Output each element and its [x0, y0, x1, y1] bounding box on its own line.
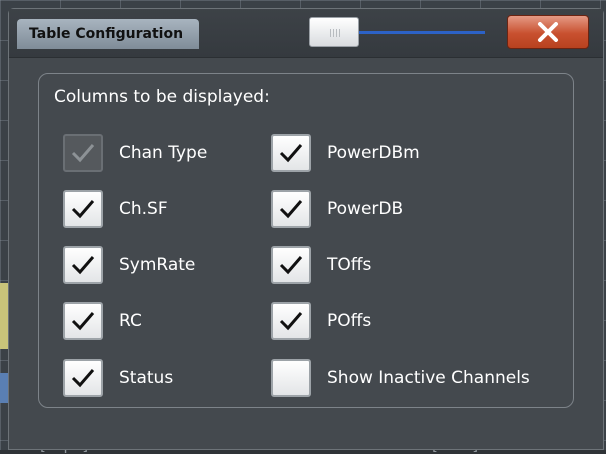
column-checkbox[interactable]	[63, 246, 103, 284]
column-option-label: Status	[119, 368, 174, 388]
column-option[interactable]: RC	[63, 301, 142, 341]
checkmark-icon	[71, 312, 95, 331]
checkmark-icon	[71, 144, 95, 163]
checkmark-icon	[279, 256, 303, 275]
column-checkbox[interactable]	[271, 359, 311, 397]
column-option-label: TOffs	[327, 255, 372, 275]
column-option-label: Chan Type	[119, 143, 208, 163]
column-option-label: RC	[119, 311, 142, 331]
column-option[interactable]: Ch.SF	[63, 189, 168, 229]
column-checkbox	[63, 134, 103, 172]
column-option[interactable]: Status	[63, 358, 173, 398]
column-option[interactable]: Show Inactive Channels	[271, 358, 530, 398]
checkmark-icon	[279, 144, 303, 163]
dialog-title: Table Configuration	[17, 19, 200, 49]
column-option[interactable]: TOffs	[271, 245, 371, 285]
column-checkbox[interactable]	[271, 246, 311, 284]
column-option-label: Show Inactive Channels	[327, 368, 530, 388]
checkmark-icon	[279, 200, 303, 219]
transparency-slider-handle[interactable]	[309, 17, 359, 47]
column-checkbox[interactable]	[63, 302, 103, 340]
grip-icon	[330, 29, 340, 37]
close-button[interactable]	[507, 15, 589, 49]
dialog-titlebar[interactable]: Table Configuration	[9, 9, 603, 58]
column-option[interactable]: PowerDBm	[271, 133, 420, 173]
column-option-label: PowerDBm	[327, 143, 420, 163]
column-option-label: Ch.SF	[119, 199, 168, 219]
column-option[interactable]: PowerDB	[271, 189, 403, 229]
column-option-label: PowerDB	[327, 199, 404, 219]
columns-group-title: Columns to be displayed:	[54, 87, 270, 107]
column-checkbox[interactable]	[271, 302, 311, 340]
checkmark-icon	[71, 200, 95, 219]
column-checkbox[interactable]	[63, 190, 103, 228]
column-option-label: POffs	[327, 311, 372, 331]
checkmark-icon	[71, 256, 95, 275]
column-option: Chan Type	[63, 133, 207, 173]
close-icon	[538, 22, 558, 42]
column-option-label: SymRate	[119, 255, 196, 275]
column-checkbox[interactable]	[271, 190, 311, 228]
column-checkbox[interactable]	[63, 359, 103, 397]
column-checkbox[interactable]	[271, 134, 311, 172]
checkmark-icon	[279, 312, 303, 331]
checkmark-icon	[71, 369, 95, 388]
column-option[interactable]: SymRate	[63, 245, 195, 285]
column-option[interactable]: POffs	[271, 301, 371, 341]
